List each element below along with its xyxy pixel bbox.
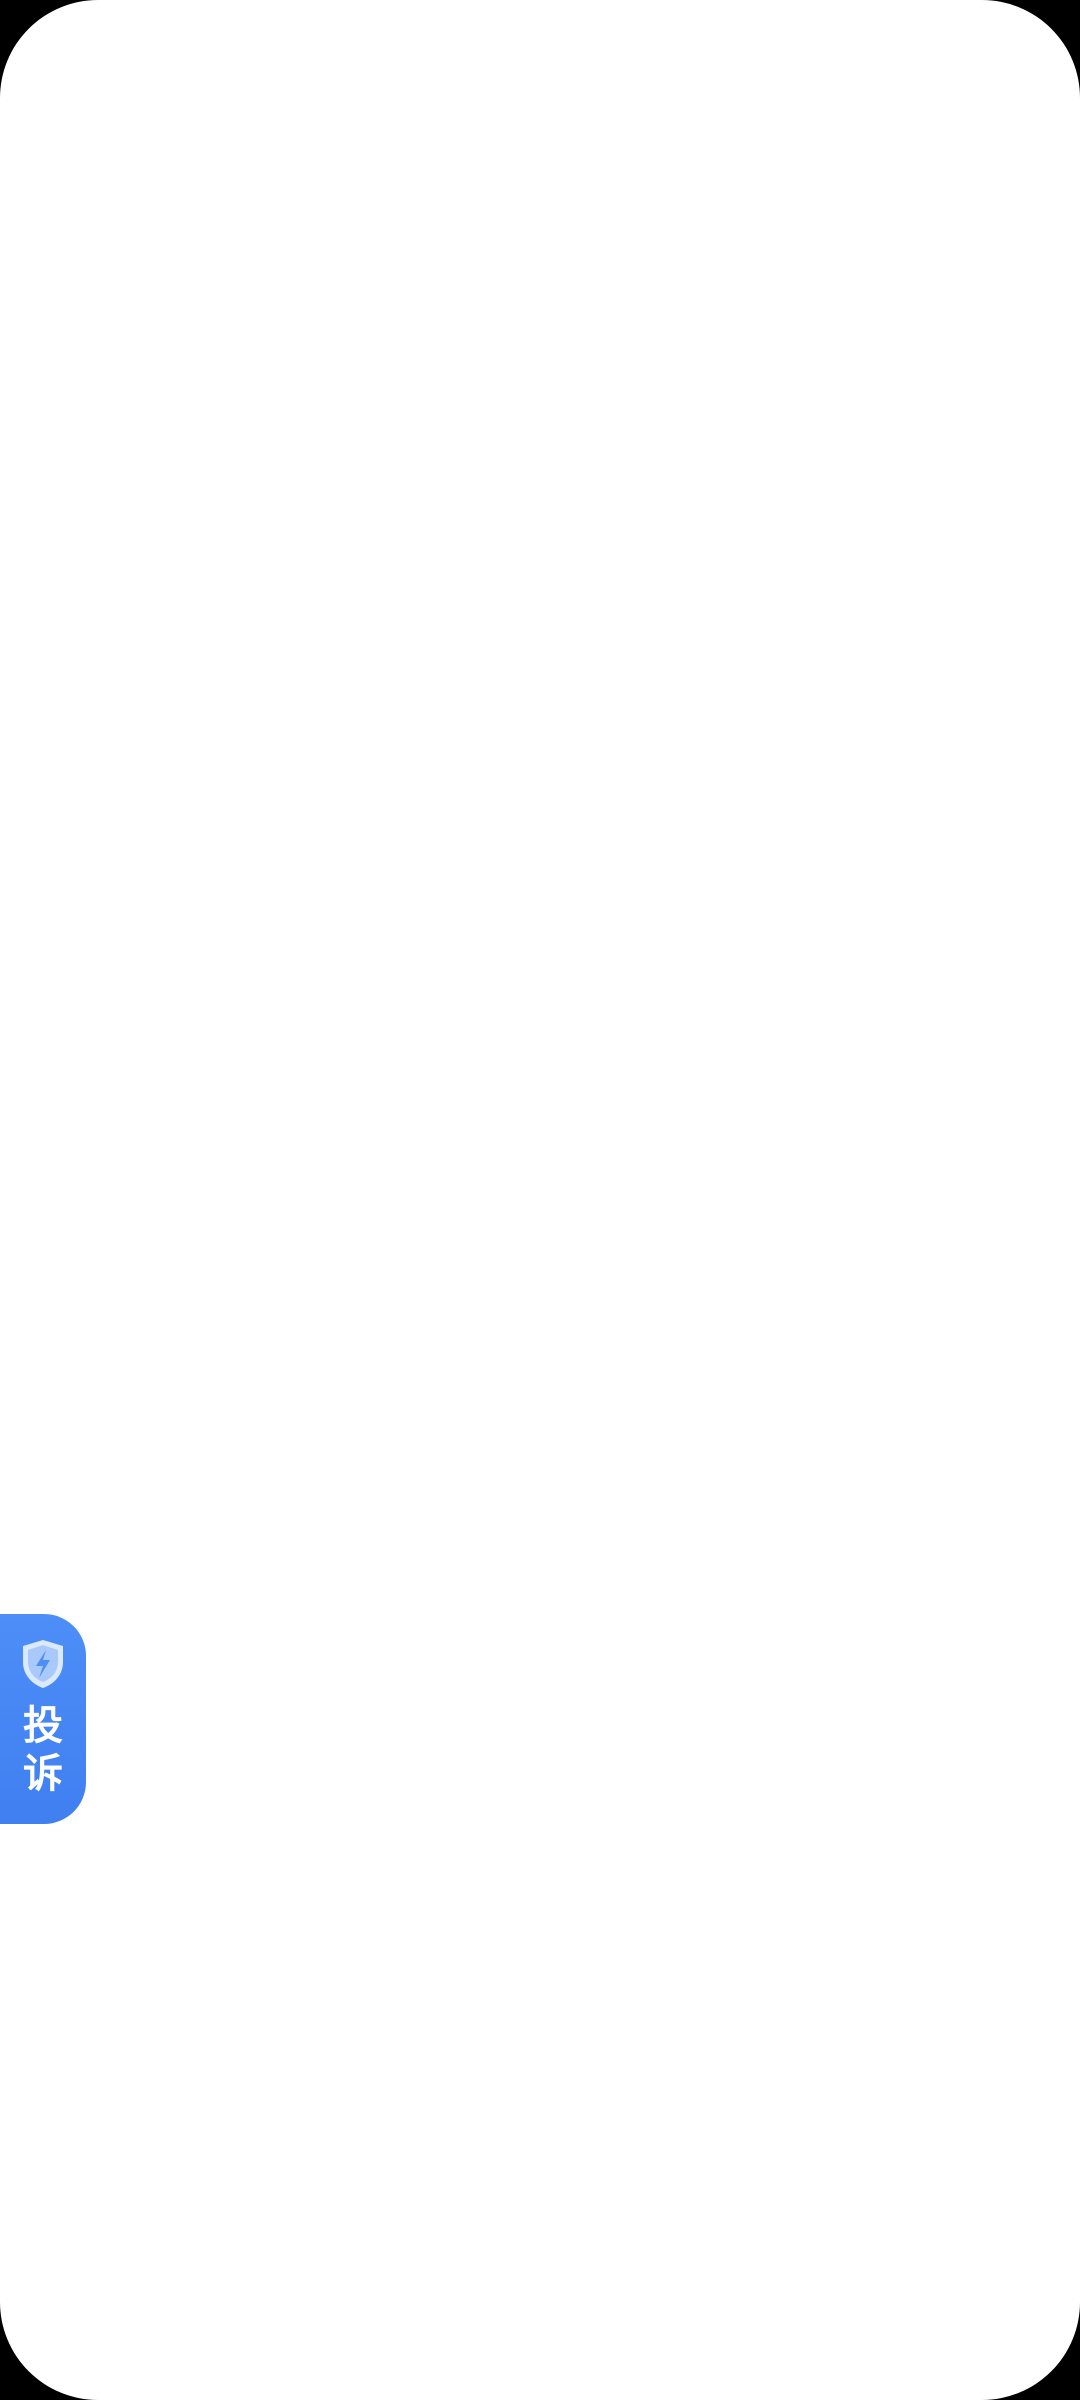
complaint-button[interactable]: 投诉 [0, 1614, 86, 1824]
complaint-label: 投诉 [23, 1703, 63, 1797]
shield-lightning-icon [19, 1638, 67, 1690]
app-screen: 投诉 [0, 0, 1080, 2400]
